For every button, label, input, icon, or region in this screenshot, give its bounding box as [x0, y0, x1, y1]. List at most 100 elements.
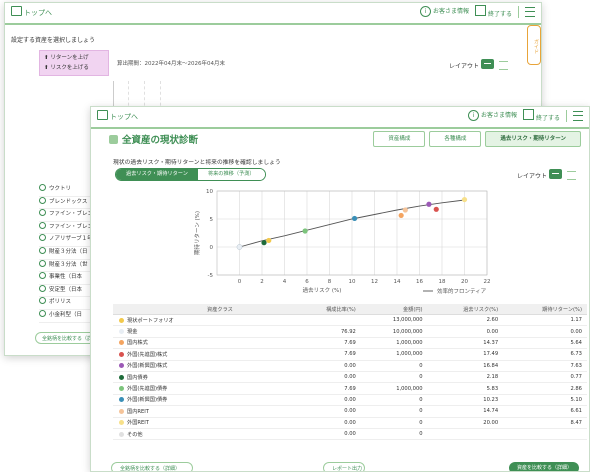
menu-icon[interactable] — [525, 6, 535, 17]
segment-future-projection[interactable]: 将来の推移（予測） — [197, 169, 265, 180]
table-row: 国内債券 0.00 0 2.18 0.77 — [113, 371, 587, 384]
col-header-ratio: 構成比率(%) — [294, 304, 361, 315]
legend-dot-icon — [119, 386, 124, 392]
ratio-cell: 0.00 — [294, 360, 361, 372]
return-cell: 0.00 — [503, 325, 587, 338]
radio-icon — [39, 284, 46, 292]
header-actions: i お客さま情報 終了する — [468, 109, 583, 122]
table-row: 外国(新興国)債券 0.00 0 10.23 5.10 — [113, 394, 587, 407]
tab-asset-composition[interactable]: 資産構成 — [373, 131, 426, 147]
ratio-cell — [294, 314, 361, 327]
amount-cell: 0 — [360, 417, 428, 429]
home-icon — [11, 6, 22, 16]
return-cell — [503, 428, 587, 441]
customer-info-button[interactable]: i お客さま情報 — [468, 110, 517, 121]
tab-risk-return[interactable]: 過去リスク・期待リターン — [485, 131, 581, 147]
legend-dot-icon — [119, 340, 124, 346]
asset-class-cell: 外国REIT — [113, 417, 294, 429]
data-point — [261, 240, 267, 246]
fund-name: 安定型（日本 — [49, 286, 83, 293]
fund-name: 財産３分法（日 — [49, 248, 88, 255]
asset-class-name: 国内株式 — [127, 340, 148, 347]
legend-label: 効率的フロンティア — [437, 287, 487, 295]
asset-class-name: 外国(先進国)株式 — [127, 351, 168, 358]
compare-assets-button[interactable]: 資産を比較する（詳細） — [509, 462, 579, 471]
fund-name: ブレンドックス — [49, 198, 88, 205]
front-header: トップへ i お客さま情報 終了する — [91, 107, 589, 129]
amount-cell: 1,000,000 — [360, 382, 428, 395]
ratio-cell: 0.00 — [294, 405, 361, 418]
risk-cell — [427, 428, 504, 441]
layout-split-icon[interactable] — [567, 171, 576, 180]
ratio-cell: 7.69 — [294, 337, 361, 350]
y-tick-label: 10 — [206, 189, 213, 195]
home-link[interactable]: トップへ — [11, 6, 52, 18]
data-point — [461, 196, 468, 203]
fund-name: ウクトリ — [49, 186, 72, 192]
customer-info-button[interactable]: i お客さま情報 — [420, 6, 469, 17]
legend-dot-icon — [119, 363, 124, 369]
end-button[interactable]: 終了する — [475, 5, 512, 18]
data-point — [236, 244, 243, 250]
customer-info-label: お客さま情報 — [433, 8, 470, 15]
asset-class-name: 国内債券 — [127, 374, 148, 381]
risk-cell: 0.00 — [427, 325, 504, 338]
layout-split-icon[interactable] — [499, 61, 508, 70]
segment-risk-return[interactable]: 過去リスク・期待リターン — [116, 169, 198, 180]
x-tick-label: 16 — [416, 279, 423, 285]
layout-single-button[interactable] — [481, 59, 494, 69]
table-row: 外国(新興国)株式 0.00 0 16.84 7.63 — [113, 360, 587, 372]
col-header-amount: 金額(円) — [360, 304, 428, 315]
table-row: その他 0.00 0 — [113, 428, 587, 441]
tab-various-composition[interactable]: 各種構成 — [429, 131, 482, 147]
risk-cell: 2.60 — [427, 314, 504, 327]
risk-cell: 14.74 — [427, 405, 504, 418]
risk-cell: 17.49 — [427, 348, 504, 361]
home-icon — [97, 110, 108, 120]
x-tick-label: 0 — [238, 279, 242, 285]
legend-dot-icon — [119, 374, 124, 380]
risk-cell: 20.00 — [427, 417, 504, 429]
filter-return-up[interactable]: ⬆ リターンを上げ — [44, 53, 104, 63]
end-label: 終了する — [535, 115, 560, 122]
return-cell: 6.61 — [503, 405, 587, 418]
table-row: 現金 76.92 10,000,000 0.00 0.00 — [113, 325, 587, 338]
data-point — [351, 215, 358, 222]
asset-class-cell: 外国(新興国)債券 — [113, 394, 294, 407]
return-cell: 5.10 — [503, 394, 587, 407]
guide-side-tab[interactable]: ガイド — [527, 25, 541, 65]
compare-all-button[interactable]: 全銘柄を比較する（詳細） — [111, 462, 193, 471]
filter-risk-up[interactable]: ⬆ リスクを上げる — [44, 63, 104, 73]
radio-icon — [39, 309, 46, 317]
asset-class-name: 現金 — [127, 329, 138, 336]
report-output-button[interactable]: レポート出力 — [323, 462, 365, 471]
radio-icon — [39, 221, 46, 229]
layout-label: レイアウト — [517, 173, 548, 180]
amount-cell: 1,000,000 — [360, 337, 428, 350]
radio-icon — [39, 209, 46, 217]
asset-class-name: 外国(新興国)債券 — [127, 397, 168, 404]
radio-icon — [39, 297, 46, 305]
y-tick-label: 0 — [210, 245, 214, 251]
table-row: 外国(先進国)債券 7.69 1,000,000 5.83 2.86 — [113, 382, 587, 395]
risk-return-chart: 0 2 4 6 8 10 12 14 16 18 20 22 -5 0 5 10 過去リスク (%) 期待リターン… — [193, 189, 491, 295]
home-label: トップへ — [24, 9, 52, 17]
table-row: 国内REIT 0.00 0 14.74 6.61 — [113, 405, 587, 418]
home-link[interactable]: トップへ — [97, 110, 138, 122]
layout-single-button[interactable] — [549, 169, 562, 179]
divider — [566, 109, 567, 122]
x-tick-label: 10 — [349, 279, 356, 285]
asset-class-name: 外国REIT — [127, 420, 149, 427]
y-tick-label: 5 — [210, 217, 214, 223]
return-cell: 1.17 — [503, 314, 587, 327]
amount-cell: 0 — [360, 360, 428, 372]
asset-class-cell: 現金 — [113, 325, 294, 338]
legend-dot-icon — [119, 408, 124, 414]
end-button[interactable]: 終了する — [523, 109, 560, 122]
data-point — [398, 212, 404, 219]
menu-icon[interactable] — [573, 110, 583, 121]
risk-cell: 2.18 — [427, 371, 504, 384]
amount-cell: 13,000,000 — [360, 314, 428, 327]
ratio-cell: 7.69 — [294, 382, 361, 395]
chart-mode-toggle: 過去リスク・期待リターン 将来の推移（予測） — [115, 168, 266, 181]
